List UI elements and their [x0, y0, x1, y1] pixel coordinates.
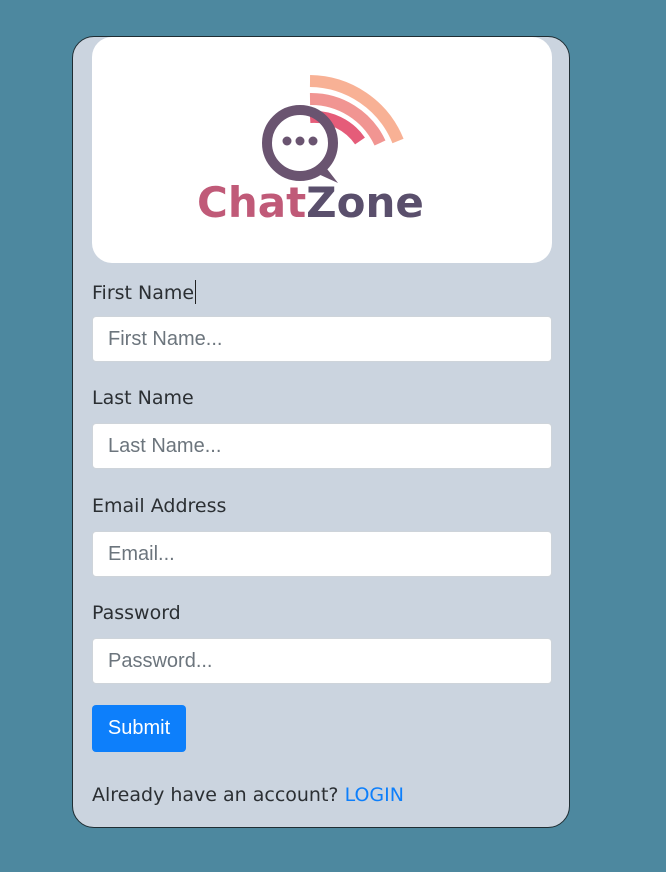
password-input[interactable]	[92, 638, 552, 684]
first-name-input[interactable]	[92, 316, 552, 362]
signup-card: ChatZone First Name Last Name Email Addr…	[72, 36, 570, 828]
password-label: Password	[92, 602, 181, 624]
login-link[interactable]: LOGIN	[345, 784, 404, 806]
chatzone-logo: ChatZone	[197, 75, 424, 227]
email-input[interactable]	[92, 531, 552, 577]
last-name-label: Last Name	[92, 387, 194, 409]
logo-text-zone: Zone	[306, 178, 424, 227]
login-prompt: Already have an account? LOGIN	[92, 784, 404, 806]
text-caret	[195, 280, 197, 304]
login-prompt-text: Already have an account?	[92, 784, 345, 806]
submit-button[interactable]: Submit	[92, 705, 186, 752]
email-label: Email Address	[92, 495, 227, 517]
chat-bubble-icon	[262, 105, 338, 183]
logo-container: ChatZone	[92, 37, 552, 263]
last-name-input[interactable]	[92, 423, 552, 469]
logo-text-chat: Chat	[197, 178, 306, 227]
first-name-label: First Name	[92, 280, 197, 304]
logo-wordmark: ChatZone	[197, 178, 424, 227]
